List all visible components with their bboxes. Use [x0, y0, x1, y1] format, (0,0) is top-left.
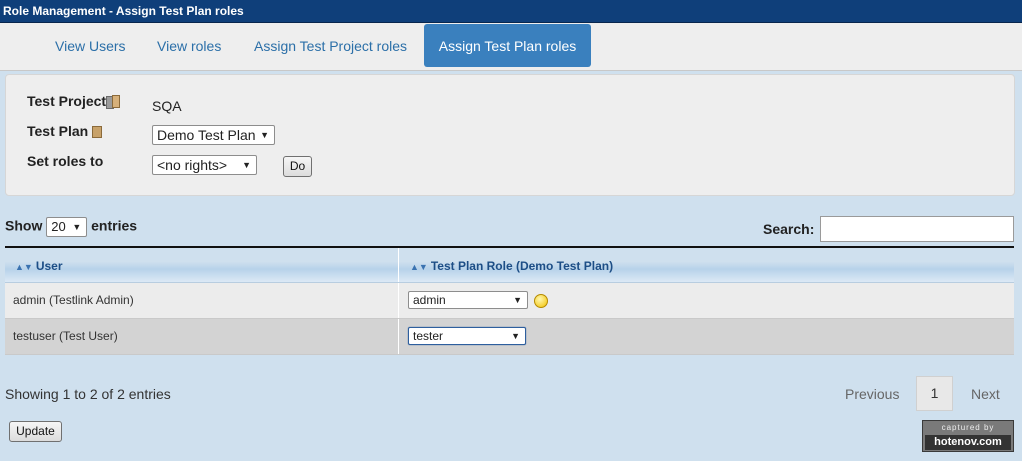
- test-project-label-text: Test Project: [27, 93, 107, 109]
- test-project-label: Test Project: [27, 93, 121, 110]
- column-header-user-label: User: [35, 259, 63, 273]
- test-plan-book-icon: [92, 126, 103, 139]
- show-label: Show: [5, 217, 43, 234]
- search-label: Search:: [763, 221, 815, 237]
- test-plan-label: Test Plan: [27, 123, 103, 139]
- column-divider: [398, 248, 399, 282]
- pagination-previous[interactable]: Previous: [845, 386, 899, 402]
- tab-view-users[interactable]: View Users: [55, 24, 126, 65]
- pagination-next[interactable]: Next: [971, 386, 1000, 402]
- sort-icon: ▲▼: [410, 262, 428, 272]
- user-roles-table: ▲▼ User ▲▼ Test Plan Role (Demo Test Plan)…: [5, 246, 1014, 355]
- set-roles-label: Set roles to: [27, 153, 104, 169]
- role-assignment-form: Test Project SQA Test Plan Demo Test Pla…: [5, 74, 1015, 196]
- test-plan-select[interactable]: Demo Test Plan ▼: [152, 125, 275, 145]
- dropdown-arrow-icon: ▼: [72, 222, 82, 232]
- column-header-role-label: Test Plan Role (Demo Test Plan): [430, 259, 614, 273]
- column-header-user[interactable]: ▲▼ User: [15, 248, 63, 282]
- test-project-book-icon: [106, 95, 121, 110]
- window-title-bar: Role Management - Assign Test Plan roles: [0, 0, 1022, 23]
- do-button[interactable]: Do: [283, 156, 312, 177]
- test-plan-label-text: Test Plan: [27, 123, 89, 139]
- table-info: Showing 1 to 2 of 2 entries: [5, 386, 171, 402]
- entries-select-value: 20: [51, 219, 66, 234]
- column-divider: [398, 319, 399, 354]
- set-roles-select[interactable]: <no rights> ▼: [152, 155, 257, 175]
- tab-assign-test-plan-roles[interactable]: Assign Test Plan roles: [424, 24, 591, 67]
- update-button[interactable]: Update: [9, 421, 62, 442]
- search-input[interactable]: [820, 216, 1014, 242]
- entries-select[interactable]: 20 ▼: [46, 217, 88, 237]
- lightbulb-icon[interactable]: [534, 294, 548, 308]
- column-header-test-plan-role[interactable]: ▲▼ Test Plan Role (Demo Test Plan): [410, 248, 613, 282]
- tab-bar: View Users View roles Assign Test Projec…: [0, 23, 1022, 71]
- tab-assign-test-project-roles[interactable]: Assign Test Project roles: [254, 24, 407, 65]
- dropdown-arrow-icon: ▼: [511, 331, 520, 341]
- watermark-line2: hotenov.com: [925, 435, 1011, 450]
- role-select-value: tester: [413, 329, 444, 343]
- table-row: testuser (Test User) tester ▼: [5, 319, 1014, 355]
- test-plan-select-value: Demo Test Plan: [157, 127, 256, 143]
- entries-label: entries: [91, 217, 138, 234]
- watermark-line1: captured by: [941, 423, 995, 432]
- table-header: ▲▼ User ▲▼ Test Plan Role (Demo Test Plan): [5, 248, 1014, 283]
- dropdown-arrow-icon: ▼: [513, 295, 522, 305]
- set-roles-select-value: <no rights>: [157, 157, 228, 173]
- role-select[interactable]: tester ▼: [408, 327, 526, 345]
- user-cell: testuser (Test User): [13, 329, 118, 343]
- test-project-value: SQA: [152, 98, 182, 114]
- dropdown-arrow-icon: ▼: [242, 160, 251, 170]
- window-title: Role Management - Assign Test Plan roles: [3, 4, 244, 18]
- column-divider: [398, 283, 399, 318]
- user-cell: admin (Testlink Admin): [13, 293, 134, 307]
- table-row: admin (Testlink Admin) admin ▼: [5, 283, 1014, 319]
- tab-view-roles[interactable]: View roles: [157, 24, 221, 65]
- sort-icon: ▲▼: [15, 262, 33, 272]
- show-entries-control: Show 20 ▼ entries: [5, 217, 137, 237]
- pagination-page[interactable]: 1: [916, 376, 953, 411]
- role-select-value: admin: [413, 293, 446, 307]
- dropdown-arrow-icon: ▼: [260, 130, 269, 140]
- watermark-badge: captured by hotenov.com: [922, 420, 1014, 452]
- role-select[interactable]: admin ▼: [408, 291, 528, 309]
